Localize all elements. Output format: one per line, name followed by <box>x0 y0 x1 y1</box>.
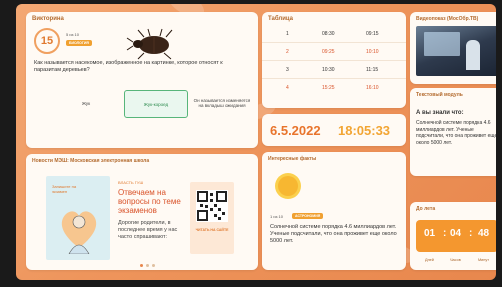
table-cell-number: 3 <box>286 67 289 73</box>
video-panel: Видеопоказ (МосОбр.ТВ) <box>410 12 496 84</box>
quiz-progress: 5 из 10 <box>66 32 79 37</box>
news-body: Дорогие родители, в последнее время у на… <box>118 220 178 240</box>
table-cell-number: 2 <box>286 49 289 55</box>
video-title: Видеопоказ (МосОбр.ТВ) <box>416 16 479 22</box>
table-row: 3 10:30 11:15 <box>262 62 406 79</box>
facts-subject-tag: АСТРОНОМИЯ <box>292 213 324 219</box>
table-cell-start: 09:25 <box>322 49 335 55</box>
news-title: Новости МЭШ: Московская электронная школ… <box>32 158 150 164</box>
news-image-caption: Запишите на экзамен <box>52 184 77 194</box>
current-date: 6.5.2022 <box>270 123 321 138</box>
qr-caption[interactable]: ЧИТАТЬ НА САЙТЕ <box>192 228 232 232</box>
countdown-separator: : <box>469 228 473 239</box>
text-module-heading: А вы знали что: <box>416 110 464 116</box>
countdown-days: 01 <box>424 228 436 239</box>
news-tag: ВЛАСТЬ ГУШ <box>118 180 144 185</box>
heart-figure-icon <box>61 211 97 254</box>
facts-text: Солнечной системе порядка 4.6 миллиардов… <box>270 224 397 244</box>
facts-progress: 1 из 10 <box>270 214 283 219</box>
quiz-panel: Викторина 15 5 из 10 БИОЛОГИЯ Как называ… <box>26 12 258 148</box>
datetime-panel: 6.5.2022 18:05:33 <box>262 114 406 146</box>
table-row: 1 08:30 09:15 <box>262 26 406 43</box>
text-module-title: Текстовый модуль <box>416 92 463 98</box>
quiz-timer: 15 <box>34 28 60 54</box>
quiz-answer-2[interactable]: Жук-короед <box>124 90 188 118</box>
quiz-answer-1[interactable]: Жук <box>56 90 116 116</box>
text-module-panel: Текстовый модуль А вы знали что: Солнечн… <box>410 88 496 176</box>
countdown-minutes-label: Минут <box>478 258 490 262</box>
qr-code-icon <box>196 190 228 222</box>
table-cell-end: 09:15 <box>366 31 379 37</box>
quiz-question: Как называется насекомое, изображенное н… <box>34 60 223 73</box>
table-cell-number: 4 <box>286 85 289 91</box>
countdown-title: До лета <box>416 206 436 212</box>
video-player[interactable] <box>416 26 496 76</box>
pagination-dot[interactable] <box>152 264 155 267</box>
table-cell-start: 08:30 <box>322 31 335 37</box>
table-row: 4 15:25 16:10 <box>262 80 406 96</box>
video-presenter <box>466 40 480 70</box>
table-cell-end: 11:15 <box>366 67 379 73</box>
countdown-minutes: 48 <box>478 228 490 239</box>
table-cell-end: 16:10 <box>366 85 379 91</box>
news-headline[interactable]: Отвечаем на вопросы по теме экзаменов <box>118 188 184 215</box>
quiz-answer-3[interactable]: Он называется изменяется на вкладыш ожид… <box>192 90 252 116</box>
table-title: Таблица <box>268 16 294 22</box>
dashboard-screen: Викторина 15 5 из 10 БИОЛОГИЯ Как называ… <box>16 4 496 280</box>
countdown-display: 01 : 04 : 48 <box>416 220 496 252</box>
countdown-panel: До лета 01 : 04 : 48 Дней Часов Минут <box>410 202 496 270</box>
news-panel: Новости МЭШ: Московская электронная школ… <box>26 154 258 270</box>
table-row: 2 09:25 10:10 <box>262 44 406 61</box>
facts-title: Интересные факты <box>268 156 317 162</box>
table-cell-start: 15:25 <box>322 85 335 91</box>
text-module-body: Солнечной системе порядка 4.6 миллиардов… <box>416 120 496 146</box>
beetle-image <box>126 28 173 60</box>
countdown-separator: : <box>443 228 447 239</box>
table-cell-start: 10:30 <box>322 67 335 73</box>
pagination-dot[interactable] <box>146 264 149 267</box>
current-time: 18:05:33 <box>338 123 391 138</box>
countdown-hours: 04 <box>450 228 462 239</box>
video-screen-content <box>424 32 460 56</box>
countdown-hours-label: Часов <box>450 258 461 262</box>
pagination-dot-active[interactable] <box>140 264 143 267</box>
qr-card: ЧИТАТЬ НА САЙТЕ <box>190 182 234 254</box>
table-cell-number: 1 <box>286 31 289 37</box>
news-image: Запишите на экзамен <box>46 176 110 260</box>
facts-panel: Интересные факты 1 из 10 АСТРОНОМИЯ Солн… <box>262 152 406 270</box>
quiz-title: Викторина <box>32 16 64 22</box>
sun-icon <box>278 176 298 196</box>
schedule-table-panel: Таблица 1 08:30 09:15 2 09:25 10:10 3 10… <box>262 12 406 108</box>
countdown-days-label: Дней <box>425 258 434 262</box>
quiz-subject-tag: БИОЛОГИЯ <box>66 40 92 46</box>
table-cell-end: 10:10 <box>366 49 379 55</box>
